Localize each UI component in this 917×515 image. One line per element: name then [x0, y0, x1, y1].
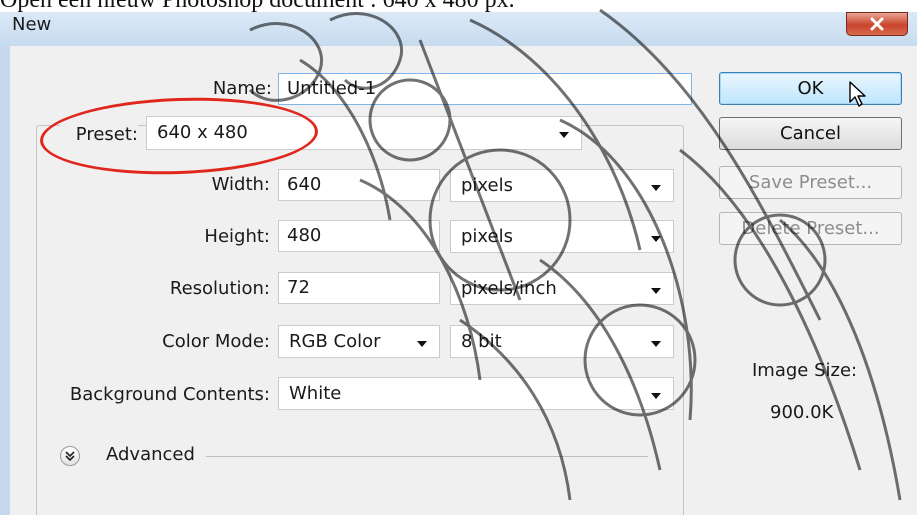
- bit-depth-value: 8 bit: [461, 331, 502, 352]
- color-mode-select[interactable]: RGB Color: [278, 325, 440, 358]
- cancel-button[interactable]: Cancel: [719, 117, 902, 150]
- background-contents-value: White: [289, 383, 342, 404]
- width-label: Width:: [211, 174, 270, 195]
- background-contents-select[interactable]: White: [278, 377, 674, 410]
- preset-select[interactable]: 640 x 480: [146, 116, 582, 150]
- color-mode-label: Color Mode:: [162, 331, 270, 352]
- name-input[interactable]: Untitled-1: [278, 73, 692, 105]
- advanced-label: Advanced: [106, 444, 195, 465]
- resolution-unit-value: pixels/inch: [461, 278, 557, 299]
- chevron-down-icon: [651, 185, 661, 191]
- height-unit-select[interactable]: pixels: [450, 220, 674, 253]
- advanced-expand-button[interactable]: [60, 446, 80, 466]
- preset-label: Preset:: [60, 124, 138, 145]
- close-button[interactable]: [846, 12, 908, 36]
- width-unit-select[interactable]: pixels: [450, 169, 674, 202]
- chevron-down-icon: [651, 341, 661, 347]
- resolution-unit-select[interactable]: pixels/inch: [450, 272, 674, 305]
- title-bar[interactable]: New: [0, 12, 917, 46]
- background-contents-label: Background Contents:: [69, 384, 270, 405]
- width-input[interactable]: 640: [278, 169, 440, 201]
- image-size-label: Image Size:: [752, 360, 858, 381]
- name-label: Name:: [212, 78, 272, 99]
- height-input[interactable]: 480: [278, 220, 440, 252]
- resolution-input[interactable]: 72: [278, 272, 440, 304]
- chevron-down-icon: [417, 341, 427, 347]
- image-size-value: 900.0K: [770, 402, 834, 423]
- resolution-label: Resolution:: [169, 278, 270, 299]
- chevron-down-icon: [651, 236, 661, 242]
- chevron-down-icon: [651, 393, 661, 399]
- chevron-down-icon: [559, 132, 569, 138]
- advanced-divider: [206, 456, 648, 457]
- width-unit-value: pixels: [461, 175, 513, 196]
- ok-button[interactable]: OK: [719, 72, 902, 105]
- window-title: New: [12, 14, 52, 35]
- chevron-down-icon: [651, 288, 661, 294]
- preset-value: 640 x 480: [157, 122, 248, 143]
- delete-preset-button[interactable]: Delete Preset...: [719, 212, 902, 245]
- bit-depth-select[interactable]: 8 bit: [450, 325, 674, 358]
- close-icon: [870, 17, 884, 31]
- double-chevron-down-icon: [65, 451, 75, 462]
- save-preset-button[interactable]: Save Preset...: [719, 166, 902, 199]
- screenshot: Open een nieuw Photoshop document : 640 …: [0, 0, 917, 515]
- height-unit-value: pixels: [461, 226, 513, 247]
- color-mode-value: RGB Color: [289, 331, 381, 352]
- mouse-cursor-icon: [849, 81, 866, 107]
- height-label: Height:: [204, 226, 270, 247]
